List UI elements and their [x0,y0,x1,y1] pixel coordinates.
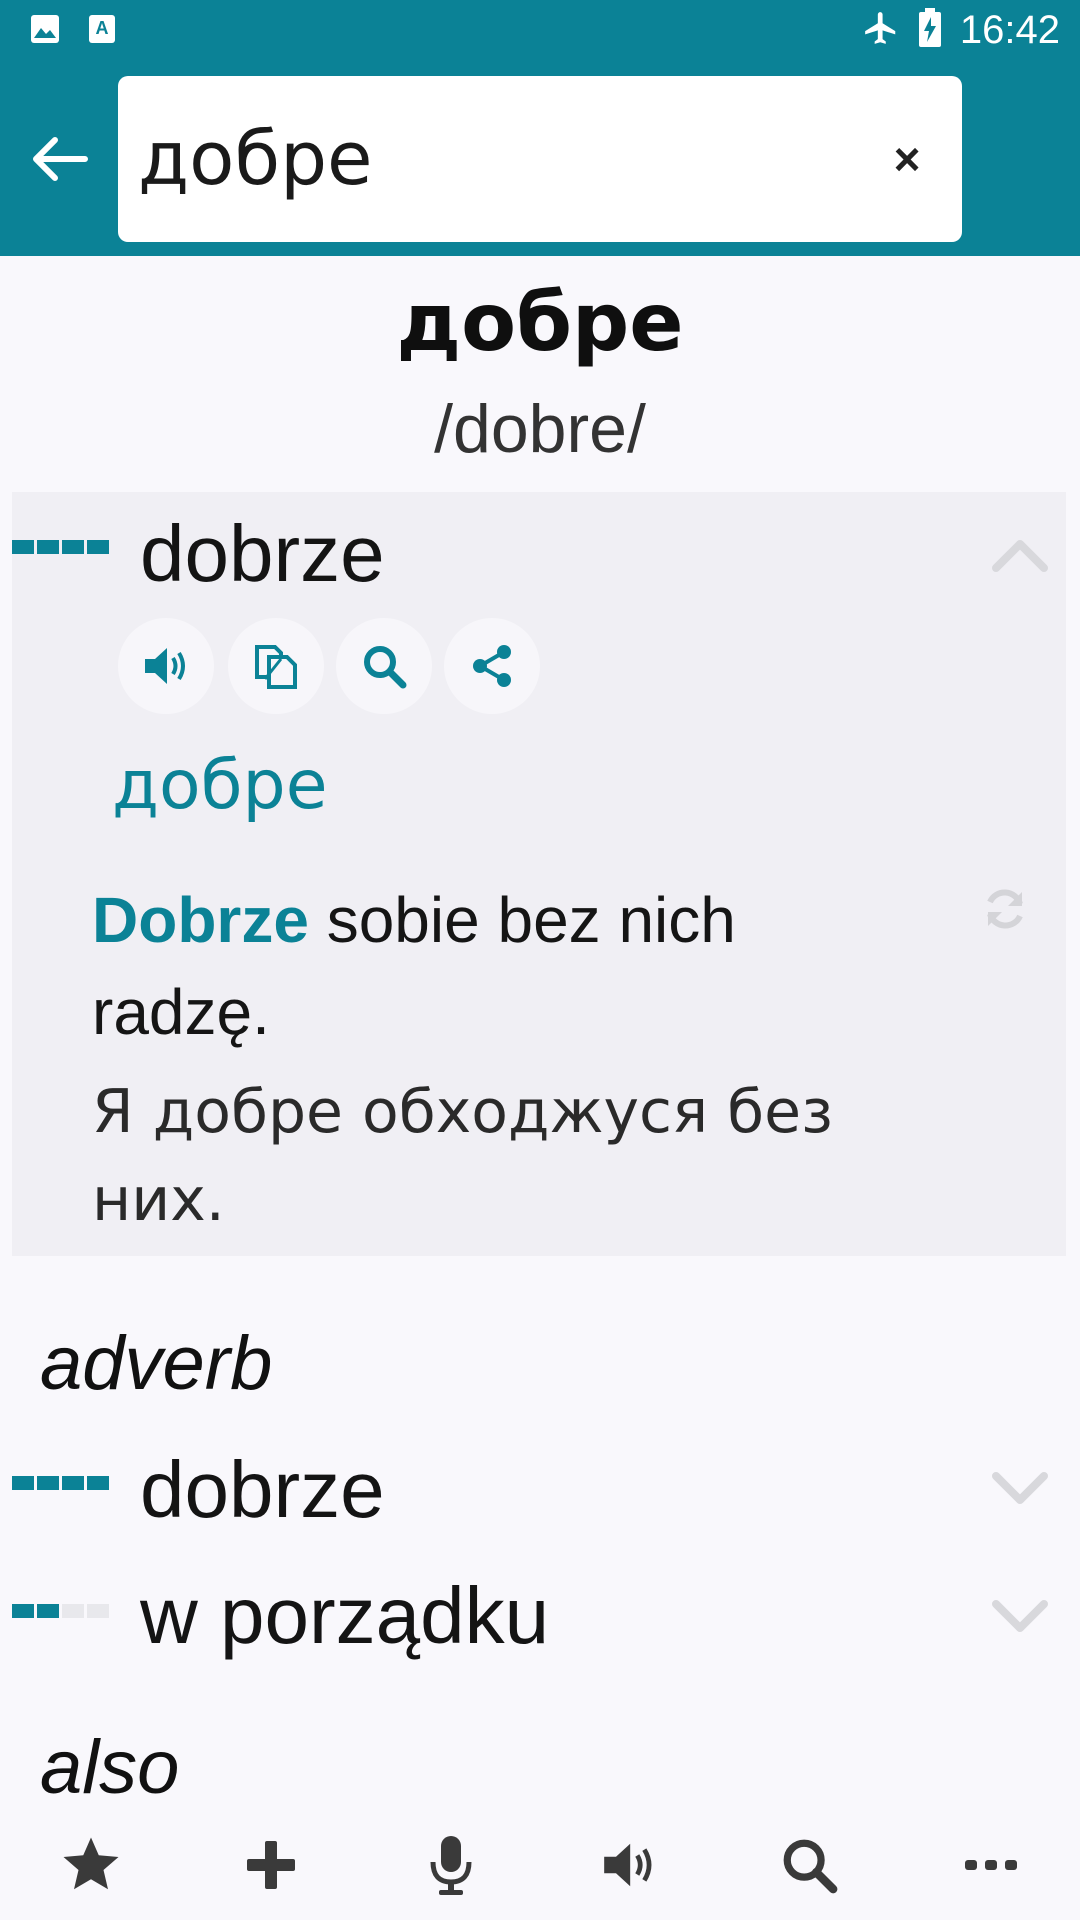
share-button[interactable] [444,618,540,714]
example-sentence: Dobrze sobie bez nich radzę. [92,874,892,1058]
frequency-bar [12,540,109,554]
speak-button[interactable] [574,1810,684,1920]
list-item[interactable]: w porządku [140,1570,549,1662]
page-title: добре [396,276,684,369]
add-button[interactable] [216,1810,326,1920]
status-bar: A 16:42 [0,0,1080,64]
pronounce-button[interactable] [118,618,214,714]
refresh-icon[interactable] [980,884,1030,934]
speaker-icon [604,1843,652,1887]
search-translation-button[interactable] [336,618,432,714]
copy-icon [255,645,297,689]
frequency-bar [12,1604,109,1618]
plus-icon [247,1841,295,1889]
clear-button[interactable]: × [872,124,942,194]
image-icon [30,14,60,49]
share-icon [473,645,511,687]
translation-word[interactable]: dobrze [140,508,385,600]
voice-input-button[interactable] [396,1810,506,1920]
more-button[interactable] [936,1810,1046,1920]
back-button[interactable] [24,124,94,194]
arrow-left-icon [33,137,88,181]
search-field[interactable]: добре × [118,76,962,242]
bottom-toolbar [0,1810,1080,1920]
example-translation: Я добре обходжуся без них. [92,1077,833,1235]
text-a-icon: A [88,14,116,49]
close-icon: × [893,133,921,185]
pos-label: also [40,1725,180,1810]
airplane-icon [862,9,900,52]
star-icon [63,1837,119,1890]
pos-label: adverb [40,1321,273,1406]
copy-button[interactable] [228,618,324,714]
pronunciation: /dobre/ [434,391,646,467]
more-icon [965,1860,1017,1870]
speaker-icon [145,648,185,684]
search-input[interactable]: добре [138,122,373,196]
app-header: A 16:42 добре × [0,0,1080,256]
search-button[interactable] [754,1810,864,1920]
search-icon [364,646,407,689]
chevron-up-icon[interactable] [990,534,1050,574]
clock: 16:42 [959,8,1060,52]
list-item[interactable]: dobrze [140,1444,385,1536]
example-highlight: Dobrze [92,884,309,956]
search-icon [783,1839,838,1894]
frequency-bar [12,1476,109,1490]
battery-charging-icon [918,8,942,53]
microphone-icon [430,1836,472,1895]
native-word[interactable]: добре [112,746,328,825]
chevron-down-icon[interactable] [990,1468,1050,1508]
chevron-down-icon[interactable] [990,1596,1050,1636]
svg-text:A: A [96,18,109,38]
favorites-button[interactable] [36,1810,146,1920]
